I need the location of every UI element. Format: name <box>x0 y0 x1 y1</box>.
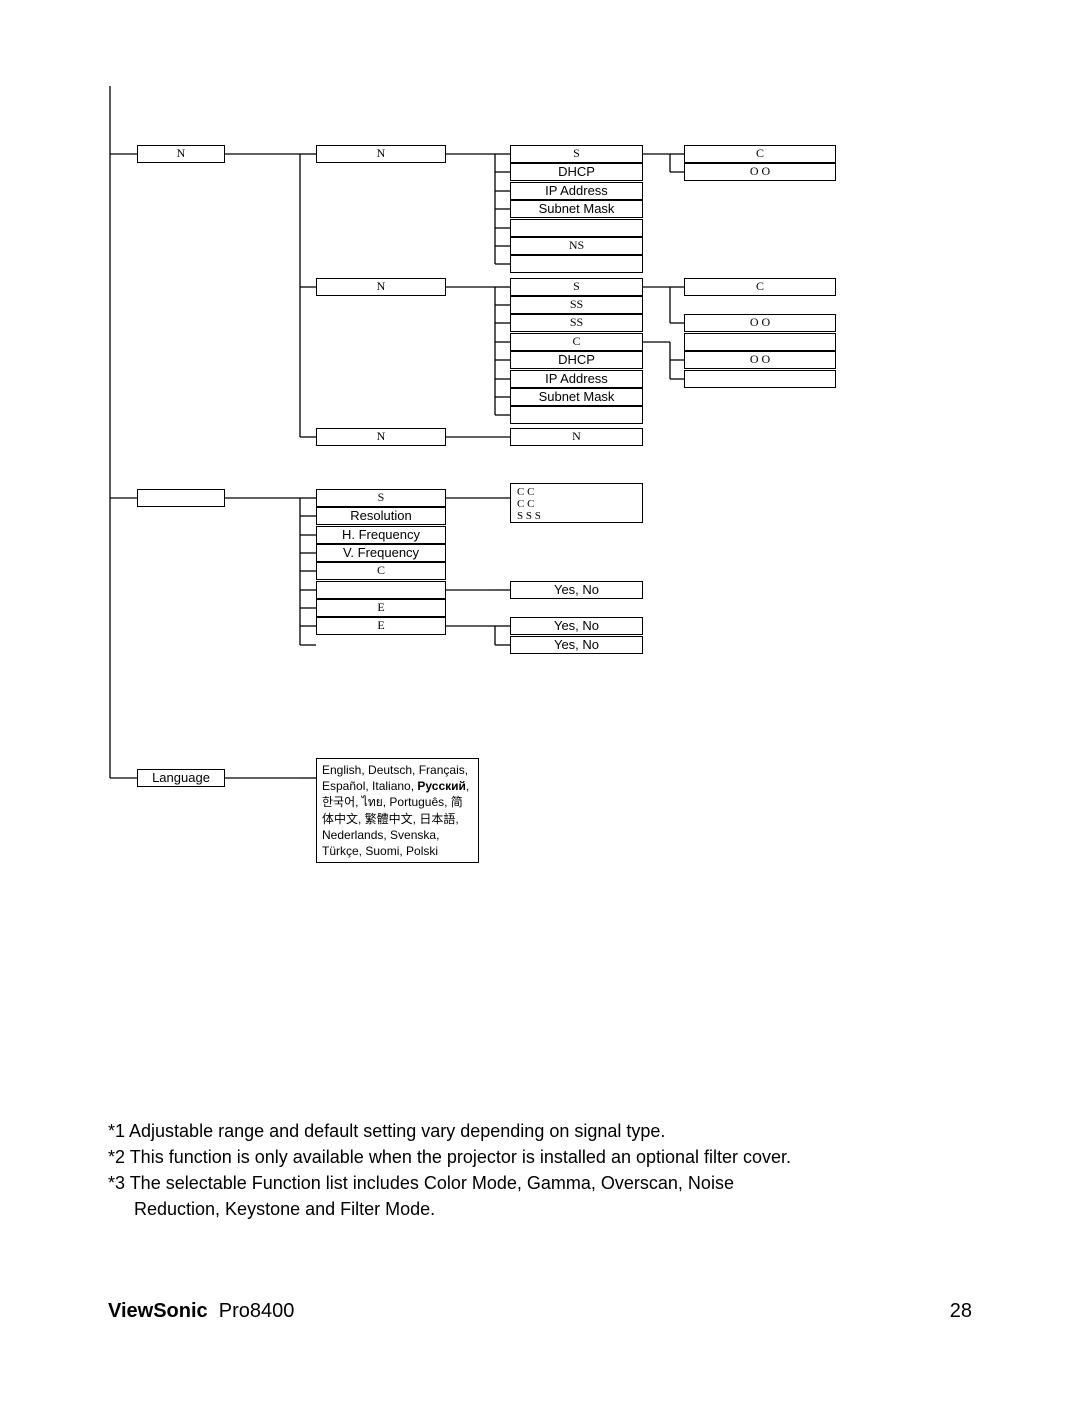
footnote-2: *2 This function is only available when … <box>108 1144 978 1170</box>
c4-empty2 <box>684 370 836 388</box>
col2-s: S <box>316 489 446 507</box>
c3-ns: NS <box>510 237 643 255</box>
c3-dhcp: DHCP <box>510 163 643 181</box>
c3-n: N <box>510 428 643 446</box>
c3-yn3: Yes, No <box>510 636 643 654</box>
col2-n1: N <box>316 145 446 163</box>
footnote-3a: *3 The selectable Function list includes… <box>108 1170 978 1196</box>
col2-vfreq: V. Frequency <box>316 544 446 562</box>
footer-model: Pro8400 <box>219 1300 295 1322</box>
col2-c: C <box>316 562 446 580</box>
c3-s2: S <box>510 278 643 296</box>
c3-ss1: SS <box>510 296 643 314</box>
footnote-3b: Reduction, Keystone and Filter Mode. <box>108 1196 978 1222</box>
c3-cc1: C C <box>517 486 636 498</box>
footer-brand: ViewSonic <box>108 1300 208 1322</box>
footer-left: ViewSonic Pro8400 <box>108 1300 294 1323</box>
col2-n3: N <box>316 428 446 446</box>
footnotes: *1 Adjustable range and default setting … <box>108 1118 978 1222</box>
col1-empty <box>137 489 225 507</box>
c3-empty1 <box>510 219 643 237</box>
col2-hfreq: H. Frequency <box>316 526 446 544</box>
c3-subnet2: Subnet Mask <box>510 388 643 406</box>
c3-ip: IP Address <box>510 182 643 200</box>
col2-n2: N <box>316 278 446 296</box>
col2-e2: E <box>316 617 446 635</box>
col2-e1: E <box>316 599 446 617</box>
c3-cc2: C C <box>517 498 636 510</box>
c3-ss2: SS <box>510 314 643 332</box>
c4-empty <box>684 333 836 351</box>
c3-dhcp2: DHCP <box>510 351 643 369</box>
col1-language: Language <box>137 769 225 787</box>
c3-c: C <box>510 333 643 351</box>
c3-yn1: Yes, No <box>510 581 643 599</box>
diagram-lines <box>0 0 1080 900</box>
col2-empty1 <box>316 581 446 599</box>
c3-yn2: Yes, No <box>510 617 643 635</box>
footnote-1: *1 Adjustable range and default setting … <box>108 1118 978 1144</box>
c4-c2: C <box>684 278 836 296</box>
c4-oo2: O O <box>684 314 836 332</box>
footer-page: 28 <box>950 1300 972 1323</box>
c3-s1: S <box>510 145 643 163</box>
c3-empty3 <box>510 406 643 424</box>
c3-sss: S S S <box>517 510 636 522</box>
c3-subnet: Subnet Mask <box>510 200 643 218</box>
col1-n: N <box>137 145 225 163</box>
language-list: English, Deutsch, Français, Español, Ita… <box>316 758 479 863</box>
c4-oo1: O O <box>684 163 836 181</box>
c3-ip2: IP Address <box>510 370 643 388</box>
c3-empty2 <box>510 255 643 273</box>
c3-ccbox: C C C C S S S <box>510 483 643 523</box>
col2-resolution: Resolution <box>316 507 446 525</box>
c4-oo3: O O <box>684 351 836 369</box>
c4-c1: C <box>684 145 836 163</box>
